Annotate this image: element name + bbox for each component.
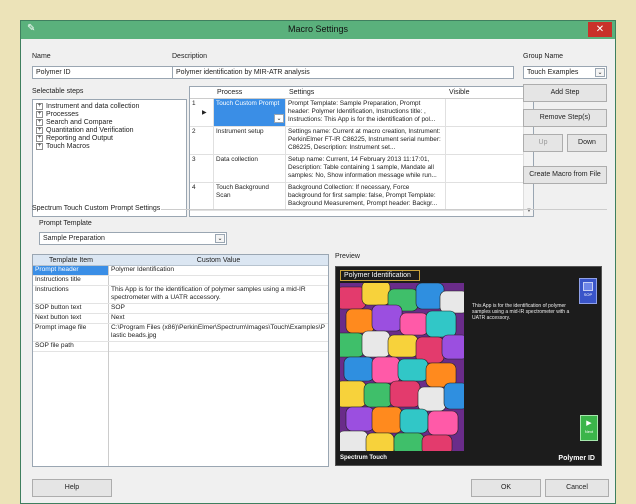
name-label: Name <box>32 53 51 60</box>
prompt-template-select[interactable]: Sample Preparation ⌄ <box>39 232 227 245</box>
table-row-key[interactable]: Prompt header <box>33 266 109 275</box>
remove-steps-button[interactable]: Remove Step(s) <box>523 109 607 127</box>
preview-next-button: ▶ Next <box>580 415 598 441</box>
table-row-key[interactable]: Prompt image file <box>33 324 109 341</box>
close-button[interactable]: ✕ <box>588 22 612 37</box>
tree-item[interactable]: + Touch Macros <box>36 143 183 151</box>
close-icon: ✕ <box>595 24 605 35</box>
table-row-process-select[interactable]: Touch Custom Prompt ⌄ <box>214 99 286 127</box>
scroll-down-icon[interactable]: ▼ <box>524 206 533 216</box>
tree-item[interactable]: + Processes <box>36 111 183 119</box>
table-row-value[interactable]: Polymer Identification <box>109 266 328 275</box>
plastic-beads-image <box>340 283 464 451</box>
template-items-table[interactable]: Template Item Custom Value Prompt header… <box>32 254 329 467</box>
preview-header: Polymer Identification <box>340 270 420 281</box>
expand-icon[interactable]: + <box>36 119 43 126</box>
chevron-down-icon[interactable]: ⌄ <box>595 68 605 77</box>
section-divider <box>161 209 607 210</box>
table-row-value[interactable]: This App is for the identification of po… <box>109 286 328 303</box>
name-field[interactable]: Polymer ID <box>32 66 188 79</box>
table-row-settings[interactable]: Background Collection: If necessary, For… <box>286 183 446 211</box>
steps-grid[interactable]: Process Settings Visible 1 ▶ Touch Custo… <box>189 86 534 217</box>
selectable-steps-label: Selectable steps <box>32 88 84 95</box>
current-row-icon: ▶ <box>202 110 207 116</box>
table-row-process[interactable]: Data collection <box>214 155 286 183</box>
table-row-settings[interactable]: Setup name: Current, 14 February 2013 11… <box>286 155 446 183</box>
preview-footer-app: Spectrum Touch <box>340 455 387 461</box>
table-row-visible[interactable] <box>446 155 524 183</box>
chevron-down-icon[interactable]: ⌄ <box>274 114 284 123</box>
create-macro-from-file-button[interactable]: Create Macro from File <box>523 166 607 184</box>
up-button[interactable]: Up <box>523 134 563 152</box>
column-settings[interactable]: Settings <box>286 87 446 99</box>
table-row-number[interactable]: 3 <box>190 155 214 183</box>
expand-icon[interactable]: + <box>36 143 43 150</box>
prompt-template-label: Prompt Template <box>39 220 92 227</box>
group-name-label: Group Name <box>523 53 564 60</box>
window-title: Macro Settings <box>287 24 349 34</box>
column-visible[interactable]: Visible <box>446 87 524 99</box>
table-row-settings[interactable]: Prompt Template: Sample Preparation, Pro… <box>286 99 446 127</box>
expand-icon[interactable]: + <box>36 135 43 142</box>
table-row-visible[interactable] <box>446 183 524 211</box>
tree-item[interactable]: + Instrument and data collection <box>36 103 183 111</box>
table-row-number[interactable]: 1 ▶ <box>190 99 214 127</box>
grid-corner <box>190 87 214 99</box>
ok-button[interactable]: OK <box>471 479 541 497</box>
column-process[interactable]: Process <box>214 87 286 99</box>
preview-footer-macro: Polymer ID <box>558 455 595 462</box>
tree-item[interactable]: + Quantitation and Verification <box>36 127 183 135</box>
table-row-process[interactable]: Touch Background Scan <box>214 183 286 211</box>
table-row-key[interactable]: Instructions title <box>33 276 109 285</box>
table-row-value[interactable]: C:\Program Files (x86)\PerkinElmer\Spect… <box>109 324 328 341</box>
group-name-select[interactable]: Touch Examples ⌄ <box>523 66 607 79</box>
table-row-key[interactable]: Next button text <box>33 314 109 323</box>
down-button[interactable]: Down <box>567 134 607 152</box>
cancel-button[interactable]: Cancel <box>545 479 609 497</box>
add-step-button[interactable]: Add Step <box>523 84 607 102</box>
tree-item[interactable]: + Search and Compare <box>36 119 183 127</box>
table-row-key[interactable]: Instructions <box>33 286 109 303</box>
column-template-item[interactable]: Template Item <box>33 255 109 266</box>
table-row-value[interactable] <box>109 342 328 351</box>
table-row-value[interactable] <box>109 276 328 285</box>
preview-panel: Polymer Identification This App is for t… <box>335 266 602 466</box>
table-row-value[interactable]: Next <box>109 314 328 323</box>
section-title: Spectrum Touch Custom Prompt Settings <box>32 205 161 212</box>
title-bar[interactable]: ✎ Macro Settings ✕ <box>21 21 615 39</box>
selectable-steps-tree[interactable]: + Instrument and data collection + Process… <box>32 99 187 217</box>
table-row-process[interactable]: Instrument setup <box>214 127 286 155</box>
table-row-visible[interactable] <box>446 127 524 155</box>
preview-label: Preview <box>335 253 360 260</box>
prompt-template-value: Sample Preparation <box>43 235 105 242</box>
help-button[interactable]: Help <box>32 479 112 497</box>
table-row-settings[interactable]: Settings name: Current at macro creation… <box>286 127 446 155</box>
tree-item[interactable]: + Reporting and Output <box>36 135 183 143</box>
expand-icon[interactable]: + <box>36 103 43 110</box>
chevron-down-icon[interactable]: ⌄ <box>215 234 225 243</box>
table-row-value[interactable]: SOP <box>109 304 328 313</box>
table-row-visible[interactable] <box>446 99 524 127</box>
table-row-key[interactable]: SOP button text <box>33 304 109 313</box>
preview-sop-button: SOP <box>579 278 597 304</box>
preview-instructions: This App is for the identification of po… <box>472 303 570 321</box>
description-field[interactable]: Polymer identification by MIR-ATR analys… <box>172 66 514 79</box>
description-label: Description <box>172 53 208 60</box>
group-name-value: Touch Examples <box>527 69 579 76</box>
document-icon <box>583 282 593 291</box>
expand-icon[interactable]: + <box>36 127 43 134</box>
table-row-number[interactable]: 2 <box>190 127 214 155</box>
column-custom-value[interactable]: Custom Value <box>109 255 328 266</box>
expand-icon[interactable]: + <box>36 111 43 118</box>
macro-settings-window: ✎ Macro Settings ✕ Name Polymer ID Descr… <box>20 20 616 504</box>
table-row-number[interactable]: 4 <box>190 183 214 211</box>
play-icon: ▶ <box>586 420 592 427</box>
table-row-key[interactable]: SOP file path <box>33 342 109 351</box>
